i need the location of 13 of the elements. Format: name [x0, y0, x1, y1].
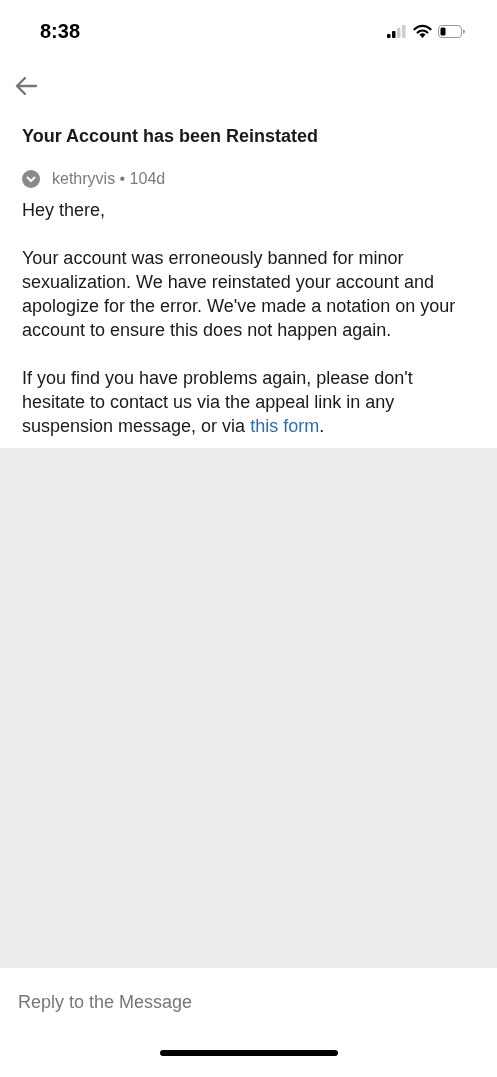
wifi-icon	[413, 24, 432, 38]
battery-icon	[438, 24, 465, 38]
avatar-icon	[22, 170, 40, 188]
status-time: 8:38	[40, 19, 81, 43]
message-paragraph: If you find you have problems again, please don't hesitate to contact us via the appeal link in any suspension message, or via this form.	[22, 367, 414, 438]
message-paragraph: Your account was erroneously banned for minor sexualization. We have reinstated your account and apologize for the error. We've made a notation on your account to ensure this does not happen again.	[22, 247, 457, 342]
message-paragraph: Hey there,	[22, 199, 107, 222]
reply-field[interactable]: Reply to the Message	[18, 990, 479, 1014]
author-and-age: kethryvis • 104d	[52, 170, 166, 188]
back-arrow-icon[interactable]	[14, 76, 38, 96]
signal-icon	[387, 24, 407, 38]
message-title: Your Account has been Reinstated	[22, 126, 320, 147]
form-link[interactable]: this form	[250, 416, 320, 436]
